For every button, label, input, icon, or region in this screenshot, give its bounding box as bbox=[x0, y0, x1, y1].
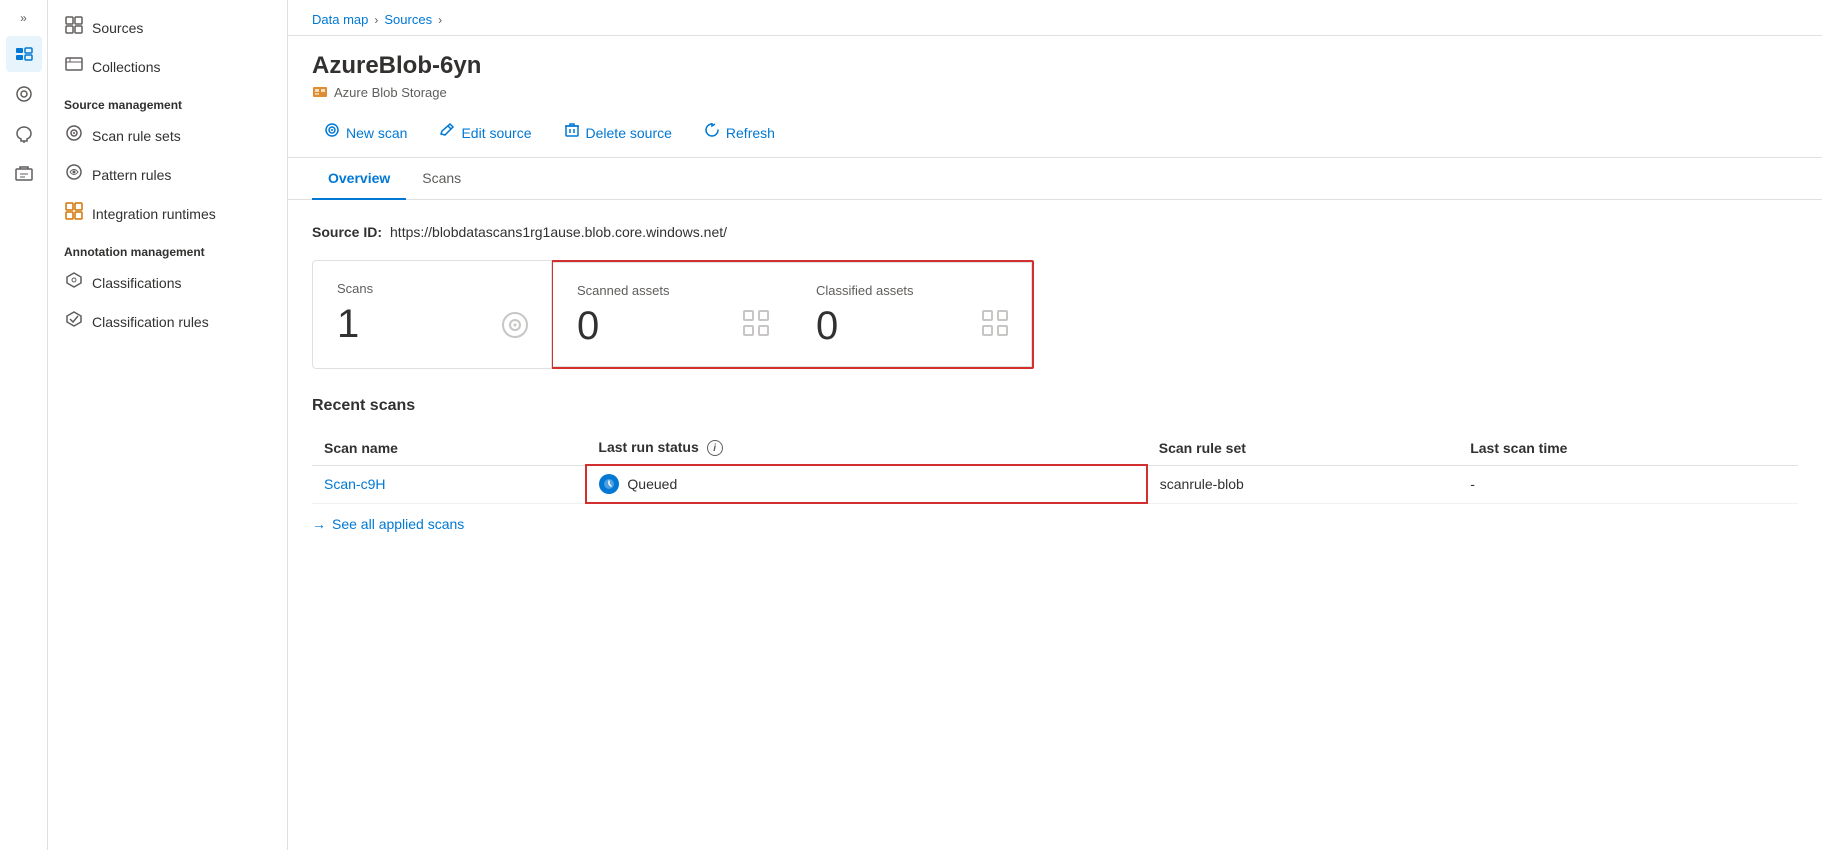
sidebar-icon-insights[interactable] bbox=[6, 116, 42, 152]
sidebar-item-scan-rule-sets[interactable]: Scan rule sets bbox=[48, 116, 287, 155]
scans-card-label: Scans bbox=[337, 281, 527, 296]
see-all-label: See all applied scans bbox=[332, 516, 464, 532]
delete-source-label: Delete source bbox=[586, 125, 672, 141]
sidebar-item-classification-rules[interactable]: Classification rules bbox=[48, 302, 287, 341]
queued-status-icon bbox=[599, 474, 619, 494]
tabs: Overview Scans bbox=[288, 158, 1822, 200]
highlighted-cards-wrapper: Scanned assets 0 Classified assets 0 bbox=[551, 260, 1034, 369]
azure-blob-icon bbox=[312, 84, 328, 100]
source-management-header: Source management bbox=[48, 86, 287, 116]
scan-name-cell: Scan-c9H bbox=[312, 465, 586, 503]
col-scan-rule-set: Scan rule set bbox=[1147, 431, 1458, 465]
refresh-label: Refresh bbox=[726, 125, 775, 141]
pattern-rules-icon bbox=[64, 163, 84, 186]
tab-scans[interactable]: Scans bbox=[406, 158, 477, 200]
col-scan-name: Scan name bbox=[312, 431, 586, 465]
icon-sidebar: » bbox=[0, 0, 48, 850]
sidebar-item-label-collections: Collections bbox=[92, 59, 160, 75]
table-row: Scan-c9H Queued bbox=[312, 465, 1798, 503]
sidebar-item-integration-runtimes[interactable]: Integration runtimes bbox=[48, 194, 287, 233]
scan-rule-sets-icon bbox=[64, 124, 84, 147]
breadcrumb-data-map[interactable]: Data map bbox=[312, 12, 368, 27]
source-id-row: Source ID: https://blobdatascans1rg1ause… bbox=[312, 224, 1798, 240]
recent-scans-title: Recent scans bbox=[312, 397, 1798, 415]
edit-source-button[interactable]: Edit source bbox=[427, 116, 543, 149]
sidebar-item-label-sources: Sources bbox=[92, 20, 143, 36]
toolbar: New scan Edit source Dele bbox=[288, 108, 1822, 158]
scan-rule-set-cell: scanrule-blob bbox=[1147, 465, 1458, 503]
classified-assets-card: Classified assets 0 bbox=[792, 262, 1032, 367]
source-id-value: https://blobdatascans1rg1ause.blob.core.… bbox=[390, 224, 727, 240]
edit-source-label: Edit source bbox=[461, 125, 531, 141]
col-last-scan-time: Last scan time bbox=[1458, 431, 1798, 465]
see-all-arrow-icon: → bbox=[312, 516, 326, 532]
main-content: Data map › Sources › AzureBlob-6yn Azure… bbox=[288, 0, 1822, 850]
classification-rules-icon bbox=[64, 310, 84, 333]
page-header: AzureBlob-6yn Azure Blob Storage bbox=[288, 36, 1822, 108]
last-scan-time-cell: - bbox=[1458, 465, 1798, 503]
scan-name-link[interactable]: Scan-c9H bbox=[324, 476, 385, 492]
delete-source-icon bbox=[564, 122, 580, 143]
sidebar-item-label-pattern-rules: Pattern rules bbox=[92, 167, 171, 183]
scanned-assets-icon bbox=[740, 307, 772, 346]
status-text: Queued bbox=[627, 476, 677, 492]
classifications-icon bbox=[64, 271, 84, 294]
sidebar-item-label-integration-runtimes: Integration runtimes bbox=[92, 206, 216, 222]
sidebar-item-pattern-rules[interactable]: Pattern rules bbox=[48, 155, 287, 194]
sidebar-collapse-btn[interactable]: » bbox=[6, 8, 42, 28]
breadcrumb-sep-1: › bbox=[374, 13, 378, 27]
tab-overview[interactable]: Overview bbox=[312, 158, 406, 200]
refresh-icon bbox=[704, 122, 720, 143]
new-scan-button[interactable]: New scan bbox=[312, 116, 419, 149]
new-scan-icon bbox=[324, 122, 340, 143]
sidebar-icon-catalog[interactable] bbox=[6, 76, 42, 112]
status-cell: Queued bbox=[599, 474, 1133, 494]
refresh-button[interactable]: Refresh bbox=[692, 116, 787, 149]
sources-icon bbox=[64, 16, 84, 39]
source-id-label: Source ID: bbox=[312, 224, 382, 240]
scans-card-icon bbox=[499, 309, 531, 348]
sidebar-item-label-classifications: Classifications bbox=[92, 275, 181, 291]
sidebar-item-label-scan-rule-sets: Scan rule sets bbox=[92, 128, 181, 144]
col-last-run-status: Last run status i bbox=[586, 431, 1146, 465]
scanned-assets-label: Scanned assets bbox=[577, 283, 768, 298]
page-subtitle: Azure Blob Storage bbox=[312, 84, 1798, 100]
breadcrumb: Data map › Sources › bbox=[288, 0, 1822, 36]
annotation-management-header: Annotation management bbox=[48, 233, 287, 263]
sidebar-item-label-classification-rules: Classification rules bbox=[92, 314, 209, 330]
classified-assets-label: Classified assets bbox=[816, 283, 1007, 298]
sidebar-item-classifications[interactable]: Classifications bbox=[48, 263, 287, 302]
breadcrumb-sources[interactable]: Sources bbox=[384, 12, 432, 27]
sidebar-icon-data-map[interactable] bbox=[6, 36, 42, 72]
new-scan-label: New scan bbox=[346, 125, 407, 141]
nav-sidebar: Sources Collections Source management Sc… bbox=[48, 0, 288, 850]
edit-source-icon bbox=[439, 122, 455, 143]
sidebar-item-sources[interactable]: Sources bbox=[48, 8, 287, 47]
sidebar-item-collections[interactable]: Collections bbox=[48, 47, 287, 86]
recent-scans-section: Recent scans Scan name Last run status i… bbox=[312, 397, 1798, 532]
last-run-status-info-icon[interactable]: i bbox=[707, 440, 723, 456]
breadcrumb-sep-2: › bbox=[438, 13, 442, 27]
delete-source-button[interactable]: Delete source bbox=[552, 116, 684, 149]
see-all-scans-link[interactable]: → See all applied scans bbox=[312, 516, 1798, 532]
scans-stat-card: Scans 1 bbox=[312, 260, 552, 369]
content-area: Source ID: https://blobdatascans1rg1ause… bbox=[288, 200, 1822, 850]
collections-icon bbox=[64, 55, 84, 78]
classified-assets-icon bbox=[979, 307, 1011, 346]
stats-row: Scans 1 Scanned assets 0 bbox=[312, 260, 1798, 369]
integration-runtimes-icon bbox=[64, 202, 84, 225]
page-title: AzureBlob-6yn bbox=[312, 52, 1798, 80]
scanned-assets-card: Scanned assets 0 bbox=[553, 262, 793, 367]
last-run-status-cell: Queued bbox=[586, 465, 1146, 503]
scans-table: Scan name Last run status i Scan rule se… bbox=[312, 431, 1798, 504]
sidebar-icon-management[interactable] bbox=[6, 156, 42, 192]
page-storage-type: Azure Blob Storage bbox=[334, 85, 447, 100]
